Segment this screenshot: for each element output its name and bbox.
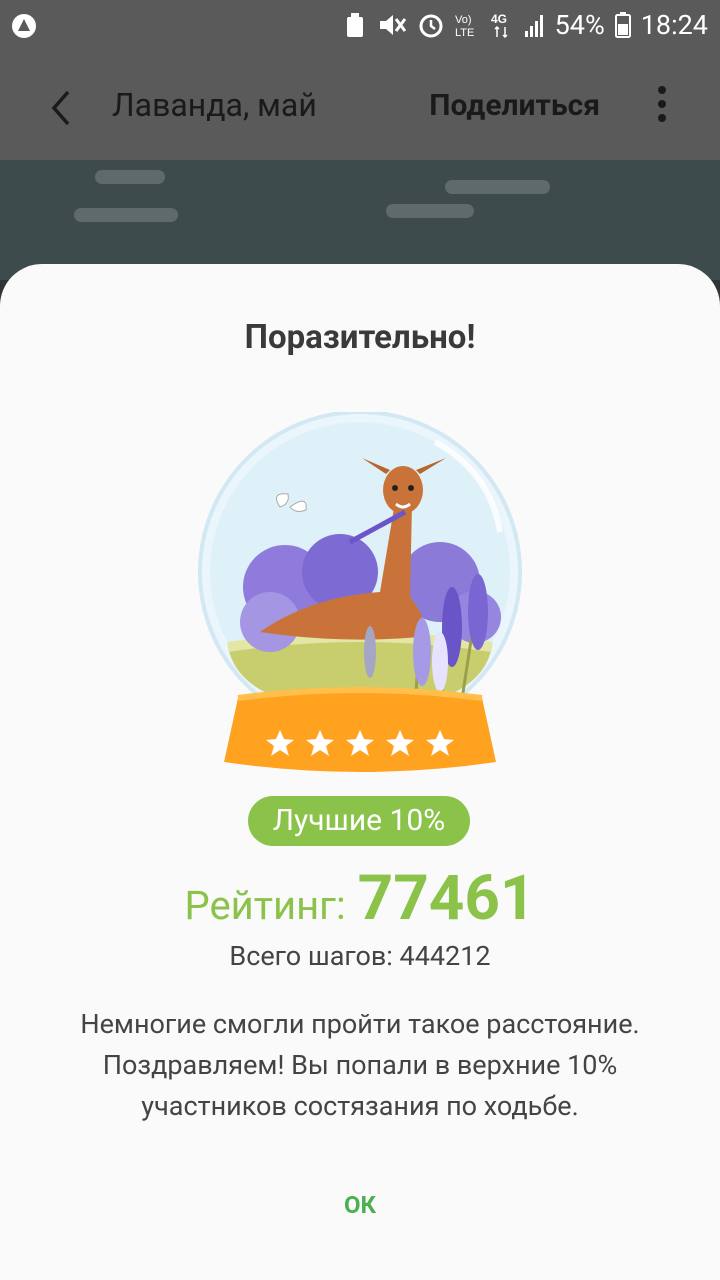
top-percent-badge: Лучшие 10%	[248, 796, 470, 846]
cloud	[445, 180, 550, 194]
back-arrow-icon	[51, 90, 70, 126]
rating: Рейтинг: 77461	[0, 862, 720, 935]
more-dot	[658, 100, 666, 108]
network-4g-icon: 4G	[491, 11, 513, 39]
mute-icon	[377, 11, 407, 39]
svg-text:4G: 4G	[491, 12, 507, 26]
cloud	[74, 208, 178, 222]
clock: 18:24	[640, 9, 708, 41]
total-steps: Всего шагов: 444212	[229, 940, 491, 972]
app-notification-icon	[10, 12, 38, 44]
volte-icon: Vo) LTE	[455, 11, 481, 39]
battery-icon	[614, 11, 631, 39]
ok-button[interactable]: ОК	[310, 1182, 410, 1228]
more-options-button[interactable]	[656, 86, 668, 126]
cloud	[95, 170, 165, 184]
dialog-title: Поразительно!	[244, 318, 476, 357]
rating-label: Рейтинг:	[184, 882, 346, 929]
signal-icon	[523, 11, 545, 39]
more-dot	[658, 114, 666, 122]
page-title: Лаванда, май	[112, 86, 317, 124]
cloud	[386, 204, 474, 218]
svg-text:LTE: LTE	[455, 27, 474, 39]
sync-icon	[343, 11, 367, 39]
snow-globe-illustration	[198, 412, 522, 772]
status-bar: Vo) LTE 4G 54% 18:24	[0, 0, 720, 54]
background-scene	[0, 160, 720, 280]
rating-value: 77461	[357, 862, 536, 935]
alarm-icon	[417, 11, 445, 39]
share-button[interactable]: Поделиться	[429, 88, 600, 123]
app-bar: Лаванда, май Поделиться	[0, 54, 720, 160]
more-dot	[658, 86, 666, 94]
svg-text:Vo): Vo)	[455, 14, 472, 26]
achievement-dialog: Поразительно! Лучшие 10% Рейтинг: 77461 …	[0, 264, 720, 1280]
battery-percent: 54%	[554, 9, 605, 41]
back-button[interactable]	[44, 86, 84, 130]
congrats-message: Немногие смогли пройти такое расстояние.…	[80, 1008, 640, 1122]
